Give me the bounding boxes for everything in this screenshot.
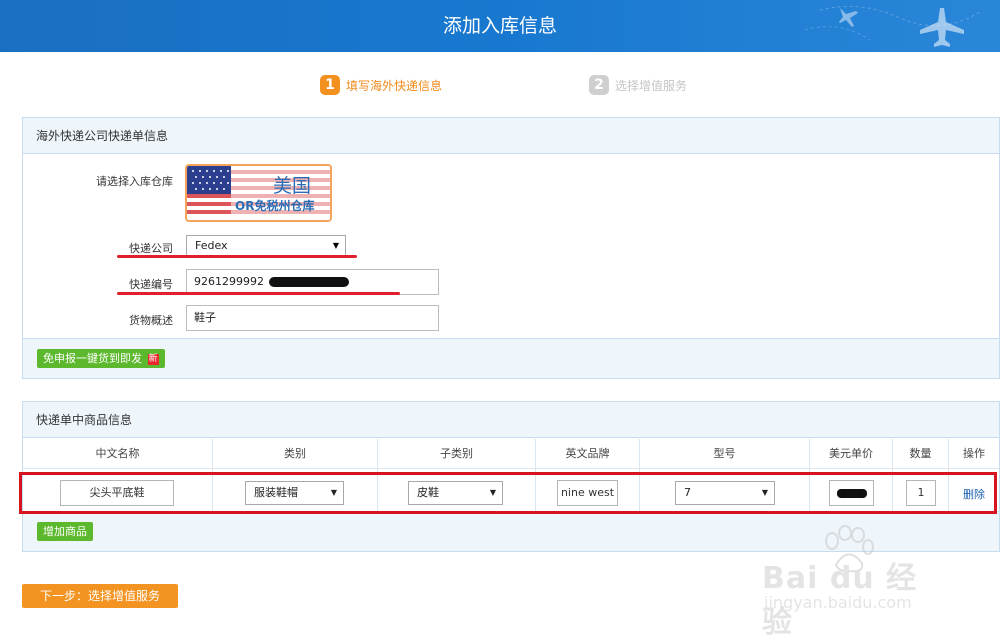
step-number: 2 xyxy=(589,75,609,95)
watermark-url: jingyan.baidu.com xyxy=(764,593,912,612)
panel-title: 快递单中商品信息 xyxy=(23,402,999,438)
warehouse-name: OR免税州仓库 xyxy=(235,199,315,213)
next-step-button[interactable]: 下一步：选择增值服务 xyxy=(22,584,178,608)
goods-label: 货物概述 xyxy=(129,314,173,327)
declare-free-button[interactable]: 免申报一键货到即发 新 xyxy=(37,349,165,368)
goods-value: 鞋子 xyxy=(194,311,216,324)
step-label: 填写海外快递信息 xyxy=(346,78,443,93)
column-header: 数量 xyxy=(893,439,949,469)
column-header: 类别 xyxy=(213,439,378,469)
redaction-scribble xyxy=(268,277,349,287)
warehouse-country: 美国 xyxy=(273,175,312,197)
add-product-button[interactable]: 增加商品 xyxy=(37,522,93,541)
column-header: 操作 xyxy=(963,447,985,460)
new-badge: 新 xyxy=(147,354,159,365)
annotation-box xyxy=(19,472,997,514)
step-number: 1 xyxy=(320,75,340,95)
declare-button-label: 免申报一键货到即发 xyxy=(43,352,142,365)
annotation-underline xyxy=(117,255,357,258)
column-header: 型号 xyxy=(640,439,810,469)
panel-title: 海外快递公司快递单信息 xyxy=(23,118,999,154)
company-label: 快递公司 xyxy=(129,242,173,255)
dropdown-arrow-icon: ▼ xyxy=(332,241,339,250)
table-header: 中文名称 类别 子类别 英文品牌 型号 美元单价 数量 操作 xyxy=(23,439,999,469)
annotation-underline xyxy=(117,292,400,295)
baidu-watermark: Bai du 经验 jingyan.baidu.com xyxy=(758,525,948,640)
company-value: Fedex xyxy=(195,239,228,252)
tracking-value: 9261299992 xyxy=(194,275,264,288)
goods-description-input[interactable]: 鞋子 xyxy=(186,305,439,331)
step-label: 选择增值服务 xyxy=(615,78,688,93)
column-header: 子类别 xyxy=(378,439,536,469)
page-header: 添加入库信息 xyxy=(0,0,1000,52)
step-fill-info[interactable]: 1 填写海外快递信息 xyxy=(320,75,442,95)
tracking-label: 快递编号 xyxy=(129,278,173,291)
express-info-panel: 海外快递公司快递单信息 请选择入库仓库 美国 OR免税州仓库 快递公司 Fede… xyxy=(22,117,1000,379)
warehouse-label: 请选择入库仓库 xyxy=(96,175,173,188)
panel-footer: 免申报一键货到即发 新 xyxy=(23,338,999,378)
step-value-added[interactable]: 2 选择增值服务 xyxy=(589,75,687,95)
column-header: 美元单价 xyxy=(810,439,893,469)
column-header: 英文品牌 xyxy=(536,439,640,469)
column-header: 中文名称 xyxy=(23,439,213,469)
warehouse-option-us[interactable]: 美国 OR免税州仓库 xyxy=(185,164,332,222)
company-select[interactable]: Fedex ▼ xyxy=(186,235,346,257)
page-title: 添加入库信息 xyxy=(442,15,557,37)
